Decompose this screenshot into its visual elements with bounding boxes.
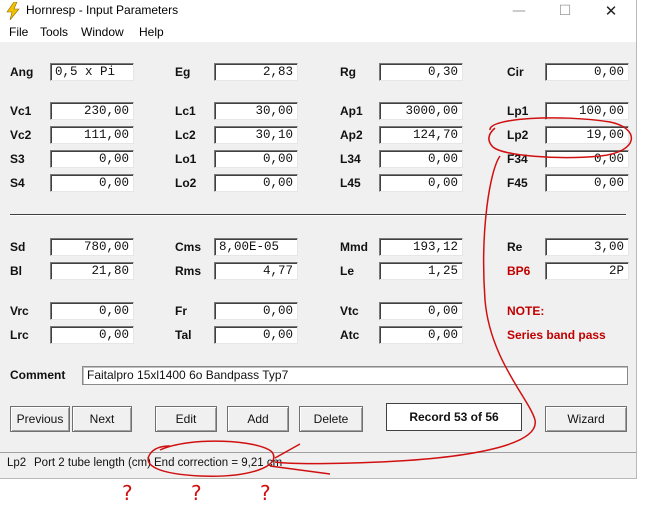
label-l45: L45 bbox=[340, 176, 361, 190]
rms-field[interactable]: 4,77 bbox=[214, 262, 298, 280]
label-lc2: Lc2 bbox=[175, 128, 196, 142]
label-lrc: Lrc bbox=[10, 328, 29, 342]
lp2-field[interactable]: 19,00 bbox=[545, 126, 629, 144]
label-vtc: Vtc bbox=[340, 304, 359, 318]
label-vrc: Vrc bbox=[10, 304, 29, 318]
lc1-field[interactable]: 30,00 bbox=[214, 102, 298, 120]
sd-field[interactable]: 780,00 bbox=[50, 238, 134, 256]
maximize-button[interactable]: ☐ bbox=[542, 0, 588, 22]
close-button[interactable]: ✕ bbox=[588, 0, 634, 22]
next-button[interactable]: Next bbox=[72, 406, 132, 432]
cms-field[interactable]: 8,00E-05 bbox=[214, 238, 298, 256]
note-title: NOTE: bbox=[507, 304, 545, 318]
annotation-question-marks: ? ? ? bbox=[122, 481, 297, 505]
label-mmd: Mmd bbox=[340, 240, 368, 254]
label-le: Le bbox=[340, 264, 355, 278]
label-rms: Rms bbox=[175, 264, 202, 278]
eg-field[interactable]: 2,83 bbox=[214, 63, 298, 81]
label-sd: Sd bbox=[10, 240, 26, 254]
status-end-correction: End correction = 9,21 cm bbox=[154, 457, 283, 469]
label-bl: Bl bbox=[10, 264, 22, 278]
f34-field[interactable]: 0,00 bbox=[545, 150, 629, 168]
label-lc1: Lc1 bbox=[175, 104, 196, 118]
ap2-field[interactable]: 124,70 bbox=[379, 126, 463, 144]
menu-file[interactable]: File bbox=[9, 25, 28, 39]
label-ang: Ang bbox=[10, 65, 34, 79]
label-eg: Eg bbox=[175, 65, 191, 79]
label-rg: Rg bbox=[340, 65, 356, 79]
menu-help[interactable]: Help bbox=[139, 25, 164, 39]
ang-field[interactable]: 0,5 x Pi bbox=[50, 63, 134, 81]
tal-field[interactable]: 0,00 bbox=[214, 326, 298, 344]
menu-tools[interactable]: Tools bbox=[40, 25, 68, 39]
bp6-field[interactable]: 2P bbox=[545, 262, 629, 280]
label-vc1: Vc1 bbox=[10, 104, 32, 118]
label-ap2: Ap2 bbox=[340, 128, 363, 142]
label-lo1: Lo1 bbox=[175, 152, 197, 166]
lp1-field[interactable]: 100,00 bbox=[545, 102, 629, 120]
note-text: Series band pass bbox=[507, 328, 606, 342]
label-ap1: Ap1 bbox=[340, 104, 363, 118]
bl-field[interactable]: 21,80 bbox=[50, 262, 134, 280]
cir-field[interactable]: 0,00 bbox=[545, 63, 629, 81]
record-counter: Record 53 of 56 bbox=[386, 403, 522, 431]
label-atc: Atc bbox=[340, 328, 360, 342]
menu-bar: File Tools Window Help bbox=[0, 22, 636, 42]
label-f45: F45 bbox=[507, 176, 528, 190]
vtc-field[interactable]: 0,00 bbox=[379, 302, 463, 320]
delete-button[interactable]: Delete bbox=[299, 406, 363, 432]
label-vc2: Vc2 bbox=[10, 128, 32, 142]
menu-window[interactable]: Window bbox=[81, 25, 124, 39]
label-f34: F34 bbox=[507, 152, 528, 166]
lo1-field[interactable]: 0,00 bbox=[214, 150, 298, 168]
label-s3: S3 bbox=[10, 152, 25, 166]
label-fr: Fr bbox=[175, 304, 187, 318]
label-l34: L34 bbox=[340, 152, 361, 166]
s4-field[interactable]: 0,00 bbox=[50, 174, 134, 192]
mmd-field[interactable]: 193,12 bbox=[379, 238, 463, 256]
le-field[interactable]: 1,25 bbox=[379, 262, 463, 280]
edit-button[interactable]: Edit bbox=[155, 406, 217, 432]
label-s4: S4 bbox=[10, 176, 25, 190]
title-bar: Hornresp - Input Parameters — ☐ ✕ bbox=[0, 0, 636, 22]
vrc-field[interactable]: 0,00 bbox=[50, 302, 134, 320]
label-re: Re bbox=[507, 240, 523, 254]
label-cir: Cir bbox=[507, 65, 524, 79]
vc1-field[interactable]: 230,00 bbox=[50, 102, 134, 120]
fr-field[interactable]: 0,00 bbox=[214, 302, 298, 320]
rg-field[interactable]: 0,30 bbox=[379, 63, 463, 81]
re-field[interactable]: 3,00 bbox=[545, 238, 629, 256]
section-divider bbox=[10, 214, 626, 216]
hornresp-window: Hornresp - Input Parameters — ☐ ✕ File T… bbox=[0, 0, 637, 479]
vc2-field[interactable]: 111,00 bbox=[50, 126, 134, 144]
label-lo2: Lo2 bbox=[175, 176, 197, 190]
ap1-field[interactable]: 3000,00 bbox=[379, 102, 463, 120]
add-button[interactable]: Add bbox=[227, 406, 289, 432]
label-bp6: BP6 bbox=[507, 264, 531, 278]
window-title: Hornresp - Input Parameters bbox=[26, 3, 179, 17]
wizard-button[interactable]: Wizard bbox=[545, 406, 627, 432]
previous-button[interactable]: Previous bbox=[10, 406, 70, 432]
label-comment: Comment bbox=[10, 368, 66, 382]
label-tal: Tal bbox=[175, 328, 192, 342]
lrc-field[interactable]: 0,00 bbox=[50, 326, 134, 344]
status-description: Port 2 tube length (cm) bbox=[34, 457, 151, 469]
lo2-field[interactable]: 0,00 bbox=[214, 174, 298, 192]
label-cms: Cms bbox=[175, 240, 202, 254]
l45-field[interactable]: 0,00 bbox=[379, 174, 463, 192]
atc-field[interactable]: 0,00 bbox=[379, 326, 463, 344]
status-field-name: Lp2 bbox=[7, 457, 27, 469]
label-lp2: Lp2 bbox=[507, 128, 529, 142]
comment-field[interactable]: Faitalpro 15xl1400 6o Bandpass Typ7 bbox=[82, 366, 628, 385]
label-lp1: Lp1 bbox=[507, 104, 529, 118]
minimize-button[interactable]: — bbox=[496, 0, 542, 22]
status-bar: Lp2 Port 2 tube length (cm) End correcti… bbox=[0, 452, 636, 473]
lc2-field[interactable]: 30,10 bbox=[214, 126, 298, 144]
lightning-icon bbox=[6, 2, 20, 20]
f45-field[interactable]: 0,00 bbox=[545, 174, 629, 192]
l34-field[interactable]: 0,00 bbox=[379, 150, 463, 168]
s3-field[interactable]: 0,00 bbox=[50, 150, 134, 168]
